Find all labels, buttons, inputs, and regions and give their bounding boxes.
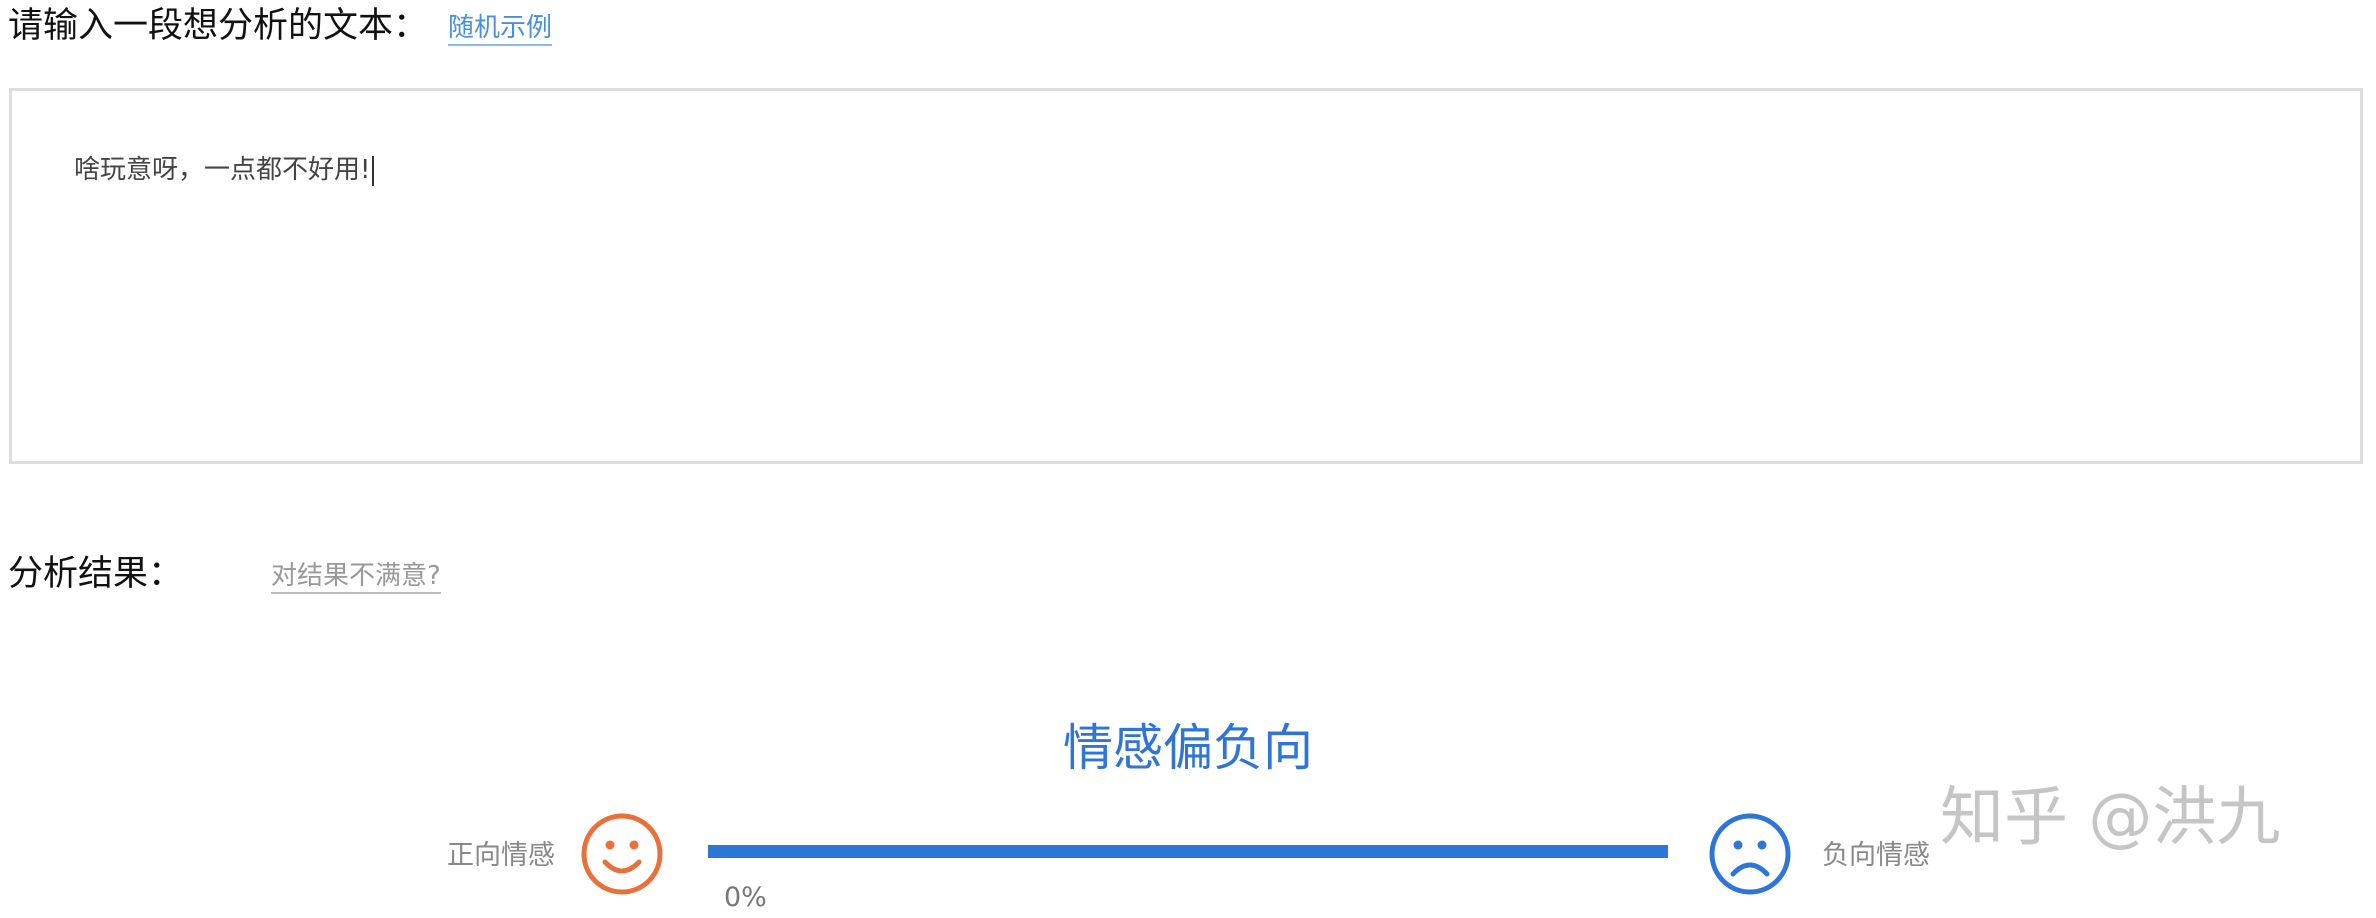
watermark: 知乎 @洪九 [1940,781,2281,855]
sentiment-verdict-container: 情感偏负向 [0,716,2376,780]
sentiment-bar [708,845,1668,858]
analysis-text-input[interactable]: 啥玩意呀，一点都不好用! [9,88,2363,464]
text-caret [372,155,375,186]
positive-percent-value: 0% [724,882,767,913]
result-label: 分析结果： [8,554,184,594]
sentiment-bar-fill [708,845,1668,858]
input-prompt-label: 请输入一段想分析的文本： [8,6,429,46]
random-example-link[interactable]: 随机示例 [448,12,553,46]
feedback-link[interactable]: 对结果不满意? [271,560,441,594]
sad-face-icon [1708,812,1792,896]
negative-sentiment-label: 负向情感 [1822,840,1930,871]
text-input-content[interactable]: 啥玩意呀，一点都不好用! [74,153,375,187]
positive-sentiment-label: 正向情感 [447,840,555,871]
smile-face-icon [580,812,664,896]
sentiment-verdict: 情感偏负向 [1063,719,1313,777]
text-input-value: 啥玩意呀，一点都不好用! [74,155,371,185]
